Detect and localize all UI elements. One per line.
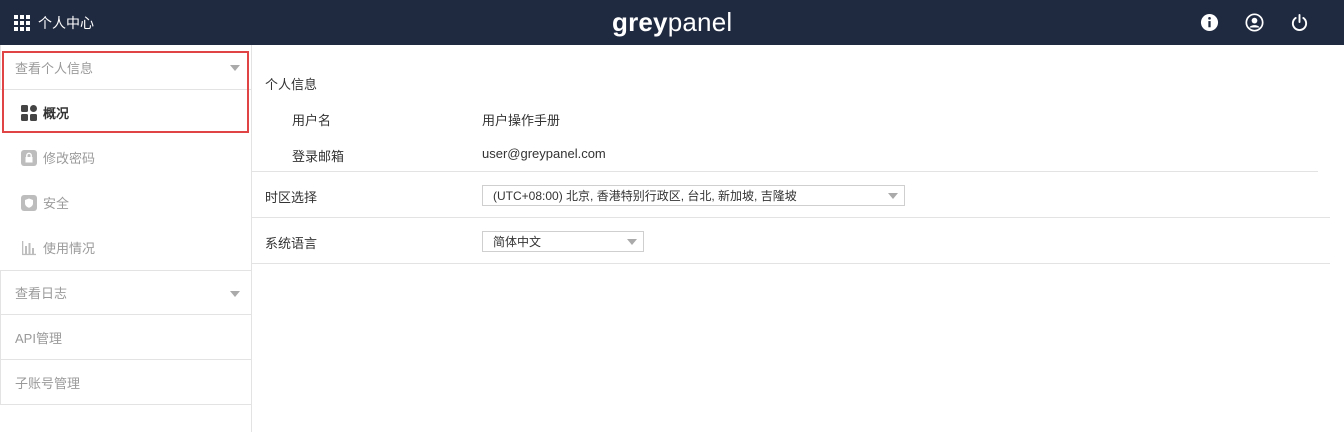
sidebar-item-label: 安全 [43,196,70,211]
user-icon[interactable] [1245,13,1264,32]
email-label: 登录邮箱 [292,149,345,164]
sidebar-section-subaccount[interactable]: 子账号管理 [0,360,251,405]
language-select[interactable]: 简体中文 [482,231,644,252]
divider [252,263,1330,264]
top-bar: 个人中心 grey panel [0,0,1344,45]
highlight-box [2,51,249,133]
chevron-down-icon [627,239,637,245]
chevron-down-icon [888,193,898,199]
language-value: 简体中文 [493,235,542,249]
timezone-select[interactable]: (UTC+08:00) 北京, 香港特别行政区, 台北, 新加坡, 吉隆坡 [482,185,905,206]
section-title: 个人信息 [265,77,318,92]
grid-icon [14,14,30,31]
greypanel-logo: grey panel [612,6,733,37]
username-value: 用户操作手册 [482,113,561,128]
sidebar-item-security[interactable]: 安全 [0,180,251,225]
bar-chart-icon [21,240,37,256]
shield-icon [21,194,37,211]
sidebar-item-label: 修改密码 [43,151,96,166]
power-icon[interactable] [1290,13,1309,32]
username-label: 用户名 [292,113,332,128]
sidebar-item-change-password[interactable]: 修改密码 [0,135,251,180]
timezone-label: 时区选择 [265,190,318,205]
language-label: 系统语言 [265,236,318,251]
divider [252,217,1330,218]
sidebar-item-label: 使用情况 [43,241,96,256]
divider [252,171,1318,172]
sidebar-section-api[interactable]: API管理 [0,315,251,360]
chevron-down-icon [230,291,240,297]
home-label: 个人中心 [38,14,94,31]
info-icon[interactable] [1200,13,1219,32]
email-value: user@greypanel.com [482,146,606,161]
sidebar-section-logs[interactable]: 查看日志 [0,270,251,315]
timezone-value: (UTC+08:00) 北京, 香港特别行政区, 台北, 新加坡, 吉隆坡 [493,189,797,203]
lock-icon [21,149,37,166]
home-link[interactable]: 个人中心 [14,0,94,45]
sidebar-item-usage[interactable]: 使用情况 [0,225,251,270]
